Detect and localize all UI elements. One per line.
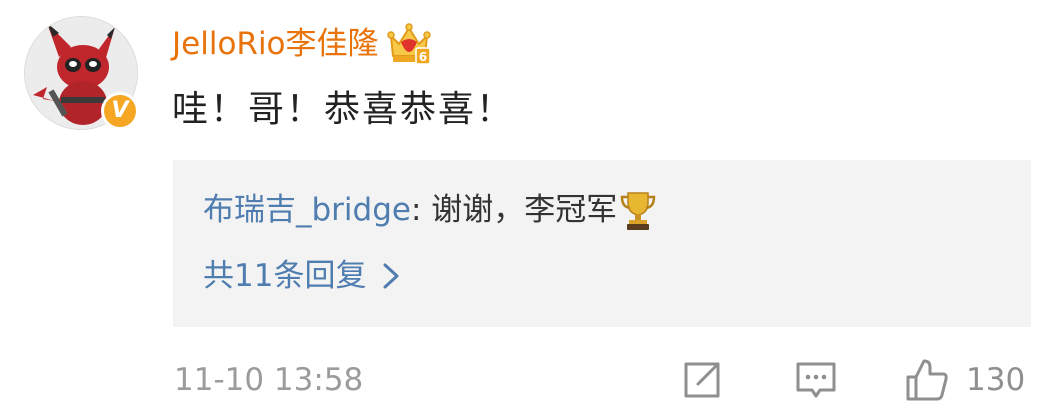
more-replies-label: 共11条回复 bbox=[203, 258, 367, 294]
like-button[interactable]: 130 bbox=[904, 356, 1025, 404]
reply-colon: : bbox=[410, 192, 432, 228]
reply-text: 谢谢，李冠军 bbox=[431, 192, 618, 228]
avatar-container[interactable]: V bbox=[24, 16, 139, 130]
trophy-icon bbox=[621, 192, 656, 230]
reply-preview-box[interactable]: 布瑞吉_bridge : 谢谢，李冠军 共11条回复 bbox=[173, 160, 1031, 327]
username-row: JelloRio李佳隆 6 bbox=[172, 22, 431, 66]
view-more-replies-link[interactable]: 共11条回复 bbox=[203, 254, 402, 298]
verified-v-icon: V bbox=[101, 92, 139, 130]
crown-level-icon[interactable]: 6 bbox=[386, 22, 431, 66]
comment-icon bbox=[796, 362, 836, 398]
comment-timestamp: 11-10 13:58 bbox=[174, 362, 364, 398]
chevron-right-icon bbox=[383, 263, 399, 289]
comment-text: 哇！哥！恭喜恭喜！ bbox=[172, 89, 515, 130]
level-number: 6 bbox=[418, 50, 426, 64]
comment-item: V JelloRio李佳隆 6 哇！哥！恭喜恭喜！ 布瑞吉_bridge : 谢… bbox=[0, 0, 1046, 413]
share-icon bbox=[684, 362, 720, 398]
reply-button[interactable] bbox=[794, 356, 838, 404]
reply-author[interactable]: 布瑞吉_bridge bbox=[203, 188, 411, 232]
share-button[interactable] bbox=[680, 356, 724, 404]
like-count: 130 bbox=[966, 362, 1026, 398]
username[interactable]: JelloRio李佳隆 bbox=[172, 22, 379, 66]
reply-preview[interactable]: 布瑞吉_bridge : 谢谢，李冠军 bbox=[203, 188, 657, 232]
thumbs-up-icon bbox=[906, 359, 948, 401]
